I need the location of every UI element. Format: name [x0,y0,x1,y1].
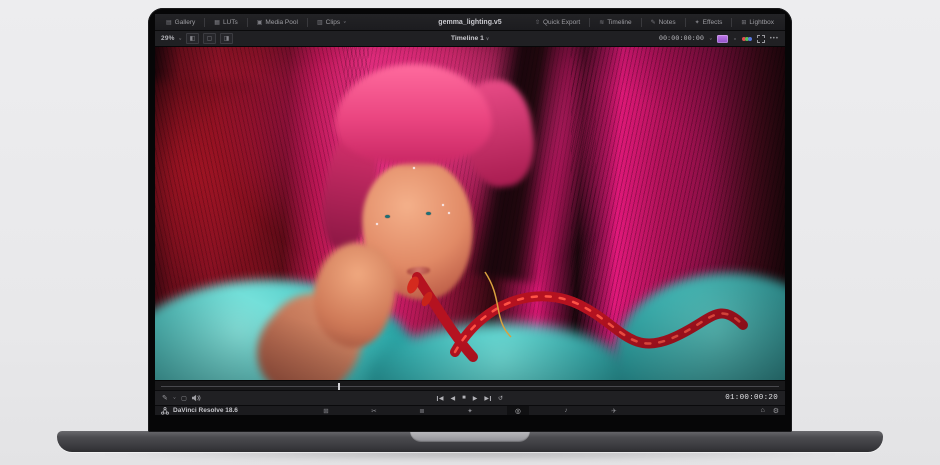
timeline-panel-button[interactable]: ≋ Timeline [594,17,636,28]
go-to-start-button[interactable]: ◀ [437,395,444,402]
notes-button[interactable]: ✎ Notes [646,17,681,28]
notes-label: Notes [659,19,676,26]
wipe-mode-a-button[interactable]: ◧ [186,33,199,44]
compare-button[interactable]: ▢ [181,395,187,402]
gallery-label: Gallery [175,19,196,26]
media-pool-icon: ▣ [257,19,263,26]
lightbox-icon: ⊞ [741,19,746,26]
chevron-down-icon: ∨ [179,36,182,41]
wipe-mode-c-button[interactable]: ◨ [220,33,233,44]
toolbar-divider [641,18,642,27]
step-back-button[interactable]: ◀ [451,395,456,402]
timeline-icon: ≋ [599,19,604,26]
viewer-toolbar: 29% ∨ ◧ ▢ ◨ Timeline 1 ∨ 00:00:00:00 ∨ ∨ [155,31,785,47]
viewer-toolbar-left: 29% ∨ ◧ ▢ ◨ [161,33,233,44]
gallery-button[interactable]: ▤ Gallery [161,17,200,28]
lightbox-label: Lightbox [749,19,774,26]
luts-button[interactable]: ▦ LUTs [209,17,242,28]
project-title: gemma_lighting.v5 [438,19,501,26]
viewer-canvas[interactable] [155,47,785,380]
macbook-screen: ▤ Gallery ▦ LUTs ▣ Media Pool [148,8,792,432]
media-pool-button[interactable]: ▣ Media Pool [252,17,303,28]
chevron-down-icon: ∨ [733,36,736,41]
desktop-background: ▤ Gallery ▦ LUTs ▣ Media Pool [0,0,940,465]
media-pool-label: Media Pool [265,19,298,26]
stop-button[interactable]: ■ [462,395,466,401]
timeline-panel-label: Timeline [607,19,631,26]
notes-icon: ✎ [651,19,656,26]
transport-left-tools: ✎ ∨ ▢ [162,394,201,402]
record-timecode: 01:00:00:20 [725,394,778,402]
page-cut[interactable]: ✂ [363,406,385,416]
zoom-level-dropdown[interactable]: 29% [161,35,175,42]
transport-bar: ✎ ∨ ▢ ◀ ◀ ■ ▶ ▶ ↺ 01:00:00:20 [155,390,785,405]
lightbox-button[interactable]: ⊞ Lightbox [736,17,779,28]
system-buttons: ⌂ ⚙ [760,407,779,415]
page-color[interactable]: ◎ [507,406,529,416]
playhead-marker[interactable] [338,383,340,390]
app-version-label: DaVinci Resolve 18.6 [173,407,238,414]
page-tabs: ⊞ ✂ ≣ ✦ ◎ ♪ ✈ [315,406,625,416]
app-brand: DaVinci Resolve 18.6 [161,407,238,415]
audio-mute-icon[interactable] [192,394,201,402]
annotate-tool-button[interactable]: ✎ [162,394,168,402]
source-timecode[interactable]: 00:00:00:00 [659,35,704,42]
gallery-icon: ▤ [166,19,172,26]
effects-button[interactable]: ✦ Effects [690,17,728,28]
page-fusion[interactable]: ✦ [459,406,481,416]
top-toolbar-left: ▤ Gallery ▦ LUTs ▣ Media Pool [161,17,351,28]
chevron-down-icon: ∨ [486,36,489,41]
viewer-toolbar-right: 00:00:00:00 ∨ ∨ ••• [659,35,779,43]
loop-button[interactable]: ↺ [498,395,503,402]
toolbar-divider [247,18,248,27]
toolbar-divider [685,18,686,27]
clips-button[interactable]: ▥ Clips ∨ [312,17,351,28]
toolbar-divider [204,18,205,27]
timeline-name: Timeline 1 [451,35,484,42]
page-media[interactable]: ⊞ [315,406,337,416]
page-navigation-bar: DaVinci Resolve 18.6 ⊞ ✂ ≣ ✦ ◎ ♪ ✈ ⌂ ⚙ [155,405,785,415]
toolbar-divider [307,18,308,27]
top-toolbar: ▤ Gallery ▦ LUTs ▣ Media Pool [155,14,785,31]
play-button[interactable]: ▶ [473,395,478,402]
timeline-selector[interactable]: Timeline 1 ∨ [451,35,489,42]
expand-viewer-icon[interactable] [757,35,765,43]
toolbar-divider [589,18,590,27]
color-wheels-icon[interactable] [742,37,752,41]
wipe-mode-b-button[interactable]: ▢ [203,33,216,44]
go-to-end-button[interactable]: ▶ [484,395,491,402]
scrubber-track[interactable] [161,386,779,387]
chevron-down-icon: ∨ [709,36,712,41]
jog-scrubber[interactable] [155,380,785,390]
chevron-down-icon: ∨ [343,20,346,25]
home-icon[interactable]: ⌂ [760,407,764,414]
luts-icon: ▦ [214,19,220,26]
playback-controls: ◀ ◀ ■ ▶ ▶ ↺ [437,395,503,402]
luts-label: LUTs [223,19,238,26]
grading-monitor-icon[interactable] [717,35,728,43]
effects-label: Effects [703,19,723,26]
quick-export-label: Quick Export [543,19,580,26]
clips-icon: ▥ [317,19,323,26]
davinci-resolve-window: ▤ Gallery ▦ LUTs ▣ Media Pool [155,14,785,415]
page-edit[interactable]: ≣ [411,406,433,416]
toolbar-divider [731,18,732,27]
clips-label: Clips [326,19,340,26]
overflow-menu-icon[interactable]: ••• [770,36,779,42]
quick-export-button[interactable]: ⇧ Quick Export [530,17,585,28]
macbook-lid-notch [410,431,530,442]
gear-icon[interactable]: ⚙ [773,407,779,415]
chevron-down-icon: ∨ [173,396,176,401]
effects-icon: ✦ [695,19,700,26]
top-toolbar-right: ⇧ Quick Export ≋ Timeline ✎ Notes [530,17,779,28]
page-deliver[interactable]: ✈ [603,406,625,416]
davinci-resolve-logo [161,407,169,415]
image-vignette [155,47,785,380]
page-fairlight[interactable]: ♪ [555,406,577,416]
quick-export-icon: ⇧ [535,19,540,26]
